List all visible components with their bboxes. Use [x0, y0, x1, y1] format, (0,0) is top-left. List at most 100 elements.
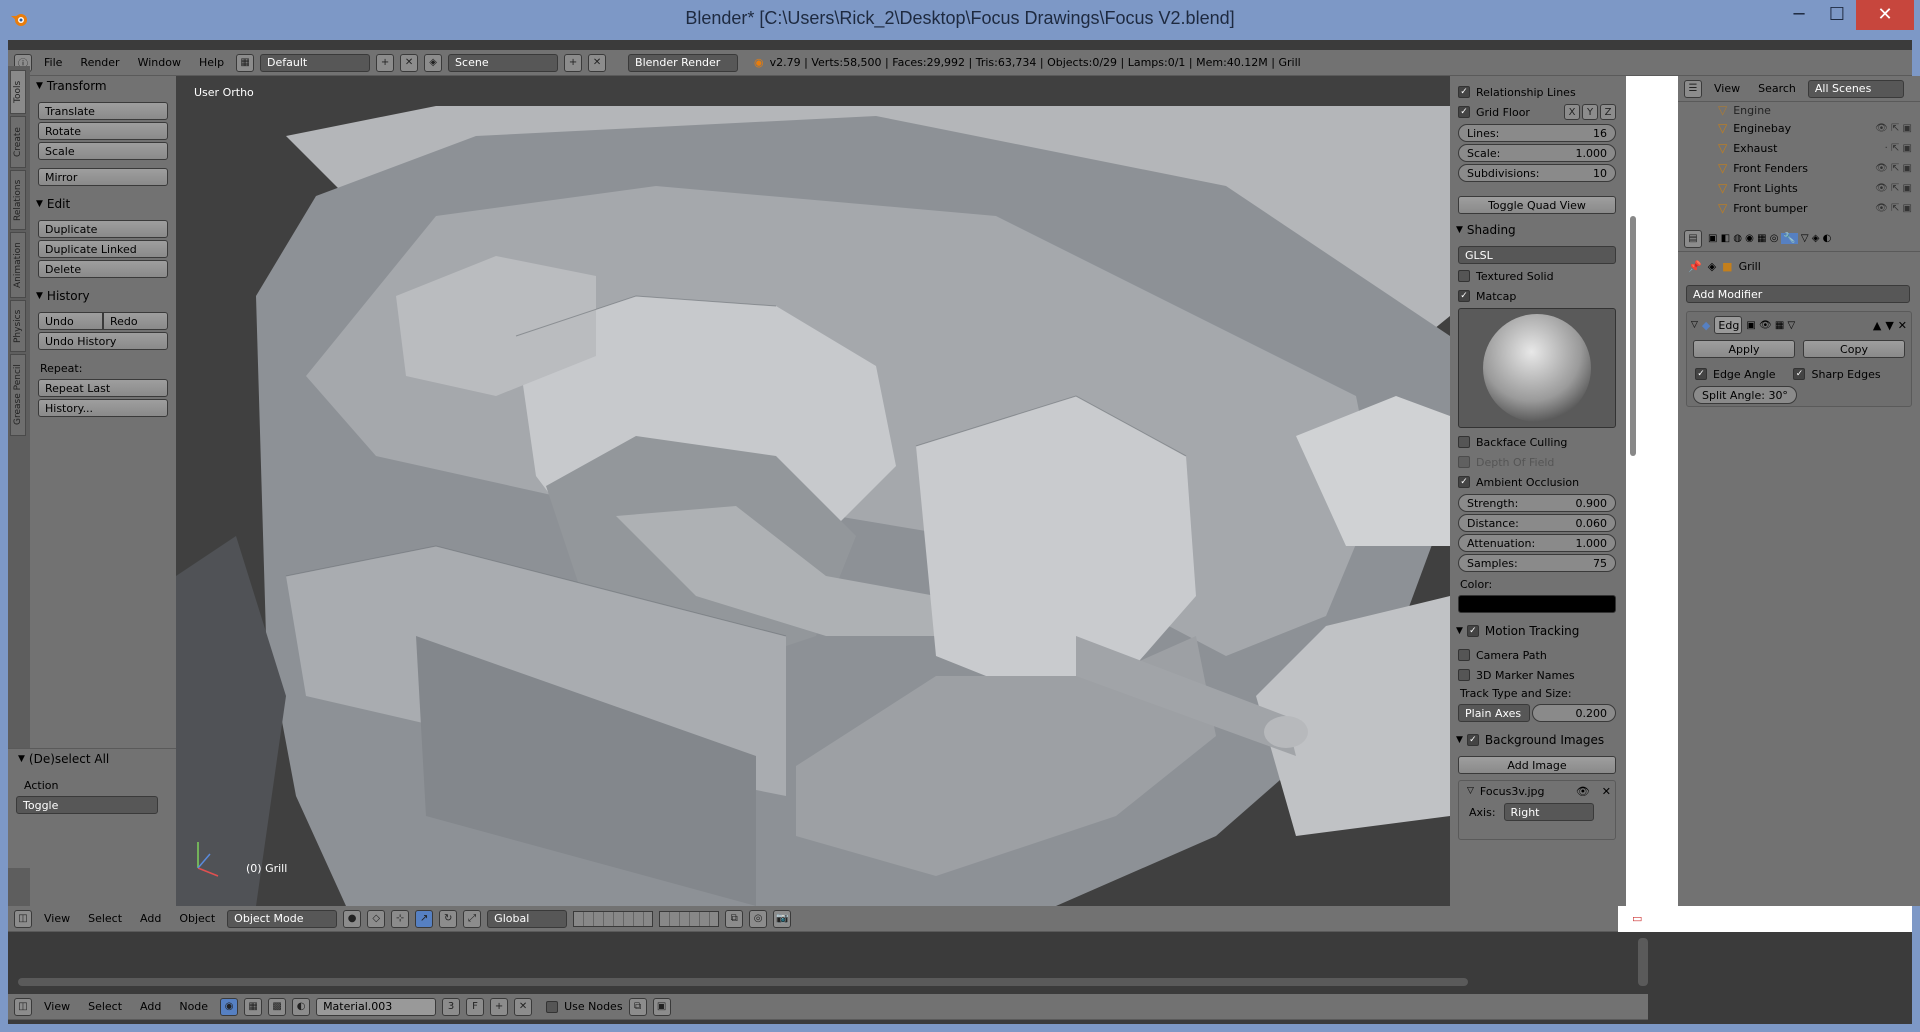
- add-scene-icon[interactable]: +: [564, 53, 583, 72]
- pivot-icon[interactable]: ◇: [367, 909, 386, 928]
- copy-button[interactable]: Copy: [1803, 340, 1905, 358]
- tab-relations[interactable]: Relations: [10, 170, 26, 230]
- scene-selector[interactable]: Scene: [448, 53, 559, 72]
- list-item[interactable]: ▽ Enginebay 👁 ⇱ ▣: [1678, 118, 1920, 138]
- axis-x-toggle[interactable]: X: [1564, 104, 1580, 120]
- add-material-icon[interactable]: +: [490, 997, 509, 1016]
- ao-strength-field[interactable]: Strength: 0.900: [1458, 494, 1616, 512]
- remove-image-icon[interactable]: ✕: [1602, 785, 1611, 798]
- tab-animation[interactable]: Animation: [10, 232, 26, 298]
- repeat-last-button[interactable]: Repeat Last: [38, 379, 168, 397]
- fake-user-button[interactable]: F: [466, 997, 485, 1016]
- outliner-scope-dropdown[interactable]: All Scenes: [1807, 79, 1904, 98]
- tab-physics[interactable]: Physics: [10, 300, 26, 352]
- translate-manipulator-icon[interactable]: ↗: [415, 909, 434, 928]
- grid-floor-toggle[interactable]: ✓ Grid Floor X Y Z: [1450, 102, 1626, 122]
- maximize-button[interactable]: ☐: [1814, 0, 1860, 30]
- menu-window[interactable]: Window: [132, 56, 187, 69]
- track-size-field[interactable]: 0.200: [1532, 704, 1616, 722]
- snap-node-icon[interactable]: ⧉: [628, 997, 647, 1016]
- undo-history-button[interactable]: Undo History: [38, 332, 168, 350]
- collapse-triangle-icon[interactable]: ▽: [1691, 320, 1698, 330]
- scale-button[interactable]: Scale: [38, 142, 168, 160]
- list-item[interactable]: ▽ Front bumper 👁 ⇱ ▣: [1678, 198, 1920, 218]
- menu-select[interactable]: Select: [82, 1000, 128, 1013]
- layer-buttons[interactable]: [573, 910, 654, 927]
- ao-color-swatch[interactable]: [1458, 595, 1616, 613]
- menu-add[interactable]: Add: [134, 1000, 167, 1013]
- add-layout-icon[interactable]: +: [376, 53, 395, 72]
- toggle-quad-view-button[interactable]: Toggle Quad View: [1458, 196, 1616, 214]
- list-item[interactable]: ▽ Front Lights 👁 ⇱ ▣: [1678, 178, 1920, 198]
- modifier-name-field[interactable]: Edg: [1714, 316, 1743, 334]
- background-images-panel-header[interactable]: ▼ ✓ Background Images: [1450, 730, 1626, 750]
- matcap-preview[interactable]: [1458, 308, 1616, 428]
- list-item[interactable]: ▽ Exhaust · ⇱ ▣: [1678, 138, 1920, 158]
- edit-panel-header[interactable]: ▼ Edit: [30, 194, 176, 214]
- outliner-menu-view[interactable]: View: [1708, 82, 1746, 95]
- texture-nodes-icon[interactable]: ▦: [244, 997, 263, 1016]
- history-panel-header[interactable]: ▼ History: [30, 286, 176, 306]
- pin-icon[interactable]: 📌: [1688, 260, 1702, 273]
- mirror-button[interactable]: Mirror: [38, 168, 168, 186]
- scene-icon[interactable]: ◈: [424, 53, 443, 72]
- render-icon[interactable]: 📷: [773, 909, 792, 928]
- horizontal-scrollbar[interactable]: [18, 978, 1468, 986]
- ao-attenuation-field[interactable]: Attenuation: 1.000: [1458, 534, 1616, 552]
- split-angle-field[interactable]: Split Angle: 30°: [1693, 386, 1797, 404]
- n-panel-scrollbar[interactable]: [1630, 216, 1636, 456]
- menu-node[interactable]: Node: [173, 1000, 214, 1013]
- outliner-editor-icon[interactable]: ☰: [1684, 79, 1702, 98]
- tab-create[interactable]: Create: [10, 116, 26, 168]
- remove-material-icon[interactable]: ✕: [514, 997, 533, 1016]
- menu-view[interactable]: View: [38, 1000, 76, 1013]
- translate-button[interactable]: Translate: [38, 102, 168, 120]
- 3d-viewport[interactable]: User Ortho (0) Grill: [176, 76, 1450, 906]
- eye-icon[interactable]: 👁: [1576, 785, 1590, 798]
- menu-select[interactable]: Select: [82, 912, 128, 925]
- material-name-field[interactable]: Material.003: [316, 997, 437, 1016]
- transform-panel-header[interactable]: ▼ Transform: [30, 76, 176, 96]
- outliner-menu-search[interactable]: Search: [1752, 82, 1802, 95]
- history-button[interactable]: History...: [38, 399, 168, 417]
- menu-help[interactable]: Help: [193, 56, 230, 69]
- close-button[interactable]: ✕: [1856, 0, 1914, 30]
- move-down-icon[interactable]: ▼: [1885, 319, 1893, 332]
- visibility-icons[interactable]: 👁 ⇱ ▣: [1875, 203, 1912, 214]
- tab-tools[interactable]: Tools: [10, 70, 26, 114]
- axis-z-toggle[interactable]: Z: [1600, 104, 1616, 120]
- edge-angle-toggle[interactable]: ✓ Edge Angle: [1687, 366, 1775, 382]
- visibility-icons[interactable]: 👁 ⇱ ▣: [1875, 123, 1912, 134]
- editor-type-icon[interactable]: ◫: [14, 909, 32, 928]
- vertical-scrollbar[interactable]: [1638, 938, 1648, 986]
- remove-scene-icon[interactable]: ✕: [588, 53, 607, 72]
- manipulator-icon[interactable]: ⊹: [391, 909, 410, 928]
- bg-image-header[interactable]: ▽ Focus3v.jpg 👁 ✕: [1459, 781, 1615, 801]
- material-users-count[interactable]: 3: [442, 997, 461, 1016]
- modifier-display-icons[interactable]: ▣ 👁 ▦ ▽: [1746, 320, 1795, 331]
- depth-of-field-toggle[interactable]: Depth Of Field: [1450, 452, 1626, 472]
- subdivisions-field[interactable]: Subdivisions: 10: [1458, 164, 1616, 182]
- shading-panel-header[interactable]: ▼ Shading: [1450, 220, 1626, 240]
- snap-icon[interactable]: ⧉: [725, 909, 744, 928]
- layout-grid-icon[interactable]: ▦: [236, 53, 255, 72]
- ambient-occlusion-toggle[interactable]: ✓ Ambient Occlusion: [1450, 472, 1626, 492]
- viewport-shading-icon[interactable]: ●: [343, 909, 362, 928]
- editor-icon[interactable]: ▭: [1632, 912, 1642, 925]
- shader-nodes-icon[interactable]: ◉: [220, 997, 239, 1016]
- remove-modifier-icon[interactable]: ✕: [1898, 319, 1907, 332]
- render-engine-selector[interactable]: Blender Render: [628, 53, 739, 72]
- layout-selector[interactable]: Default: [260, 53, 371, 72]
- motion-tracking-panel-header[interactable]: ▼ ✓ Motion Tracking: [1450, 621, 1626, 641]
- orientation-dropdown[interactable]: Global: [487, 909, 568, 928]
- sharp-edges-toggle[interactable]: ✓ Sharp Edges: [1785, 366, 1881, 382]
- tab-grease-pencil[interactable]: Grease Pencil: [10, 354, 26, 436]
- remove-layout-icon[interactable]: ✕: [400, 53, 419, 72]
- backface-culling-toggle[interactable]: Backface Culling: [1450, 432, 1626, 452]
- operator-panel-header[interactable]: ▼ (De)select All: [8, 749, 176, 769]
- editor-type-icon[interactable]: ◫: [14, 997, 32, 1016]
- proportional-icon[interactable]: ◎: [749, 909, 768, 928]
- material-sphere-icon[interactable]: ◐: [292, 997, 311, 1016]
- duplicate-button[interactable]: Duplicate: [38, 220, 168, 238]
- rotate-manipulator-icon[interactable]: ↻: [439, 909, 458, 928]
